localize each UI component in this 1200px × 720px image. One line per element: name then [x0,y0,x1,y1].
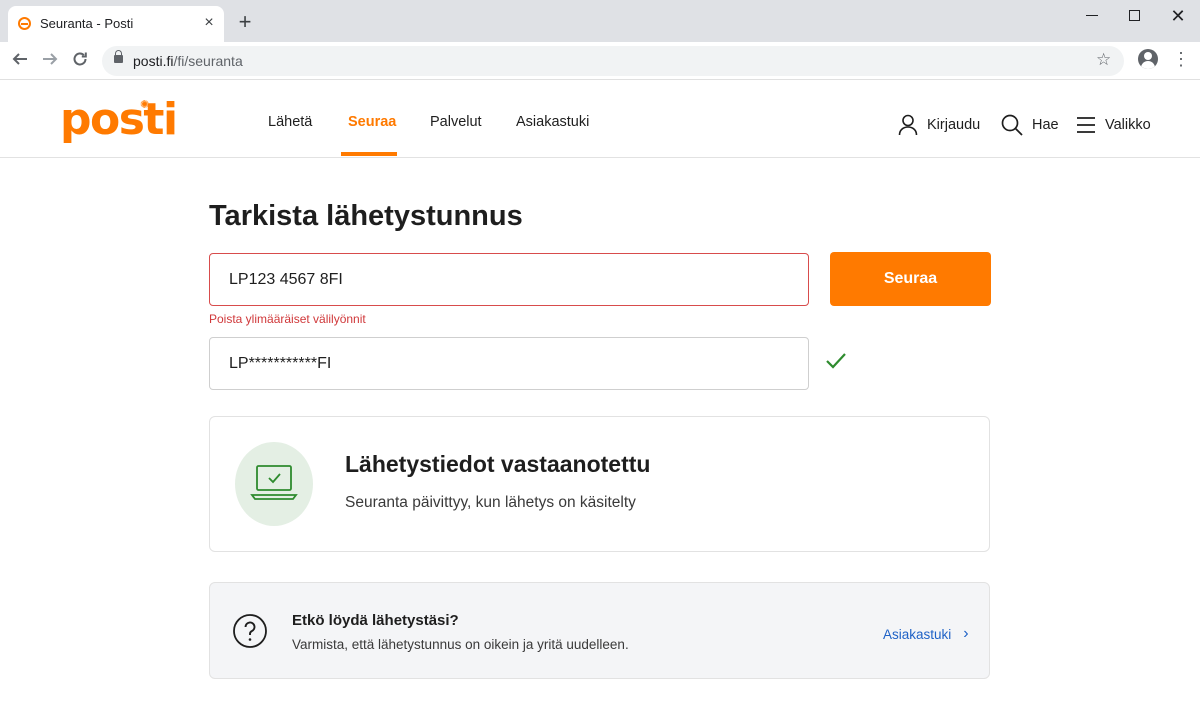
status-title: Lähetystiedot vastaanotettu [345,451,651,477]
tab-title: Seuranta - Posti [40,16,134,31]
url-host: posti.fi [133,53,174,69]
browser-menu-icon[interactable]: ⋮ [1172,50,1190,68]
laptop-check-icon [250,465,298,500]
masked-tracking-input[interactable]: LP***********FI [209,337,809,390]
window-close-button[interactable]: ✕ [1164,5,1192,27]
lock-icon [114,50,123,63]
customer-support-link[interactable]: Asiakastuki › [883,625,969,643]
url-text: posti.fi/fi/seuranta [133,53,243,69]
window-minimize-button[interactable] [1078,5,1106,27]
tab-close-icon[interactable]: × [200,13,218,33]
bookmark-star-icon[interactable]: ☆ [1096,50,1111,70]
window-maximize-button[interactable] [1120,5,1148,27]
profile-avatar-icon[interactable] [1138,49,1158,69]
status-subtitle: Seuranta päivittyy, kun lähetys on käsit… [345,494,636,511]
back-arrow-icon[interactable] [8,49,32,73]
help-title: Etkö löydä lähetystäsi? [292,612,459,629]
address-bar[interactable]: posti.fi/fi/seuranta ☆ [102,46,1124,76]
logo-text: posti [60,94,178,145]
login-label: Kirjaudu [927,117,981,133]
search-label: Hae [1032,117,1059,133]
nav-item-asiakastuki[interactable]: Asiakastuki [516,114,589,130]
reload-icon[interactable] [68,49,92,73]
browser-toolbar: posti.fi/fi/seuranta ☆ [0,42,1200,80]
browser-tab-bar: Seuranta - Posti × + ✕ [0,0,1200,42]
browser-tab[interactable]: Seuranta - Posti × [8,6,224,42]
chevron-right-icon: › [963,625,969,642]
active-nav-indicator [341,152,397,156]
login-button[interactable]: Kirjaudu [898,112,980,138]
url-path: /fi/seuranta [173,53,243,69]
menu-button[interactable]: Valikko [1076,112,1151,138]
nav-item-palvelut[interactable]: Palvelut [430,114,482,130]
hamburger-menu-icon [1077,117,1095,133]
nav-item-laheta[interactable]: Lähetä [268,114,312,130]
posti-favicon-icon [18,17,31,30]
input-error-message: Poista ylimääräiset välilyönnit [209,312,366,326]
customer-support-label: Asiakastuki [883,626,952,642]
help-card: Etkö löydä lähetystäsi? Varmista, että l… [209,582,990,679]
page-title: Tarkista lähetystunnus [209,200,523,232]
maximize-icon [1128,10,1140,22]
status-illustration [235,442,313,526]
track-button[interactable]: Seuraa [830,252,991,306]
new-tab-button[interactable]: + [234,9,256,35]
logo-flame-icon: ✺ [140,99,150,111]
search-icon [1001,114,1023,136]
status-card: Lähetystiedot vastaanotettu Seuranta päi… [209,416,990,552]
search-button[interactable]: Hae [1001,112,1059,138]
user-icon [898,114,918,136]
help-subtitle: Varmista, että lähetystunnus on oikein j… [292,637,629,652]
checkmark-icon [826,353,846,369]
tracking-number-input[interactable]: LP123 4567 8FI [209,253,809,306]
forward-arrow-icon[interactable] [38,49,62,73]
menu-label: Valikko [1105,117,1151,133]
minimize-icon [1086,15,1098,17]
posti-logo[interactable]: posti ✺ [60,98,178,142]
nav-item-seuraa[interactable]: Seuraa [348,114,396,130]
question-circle-icon [233,614,267,648]
